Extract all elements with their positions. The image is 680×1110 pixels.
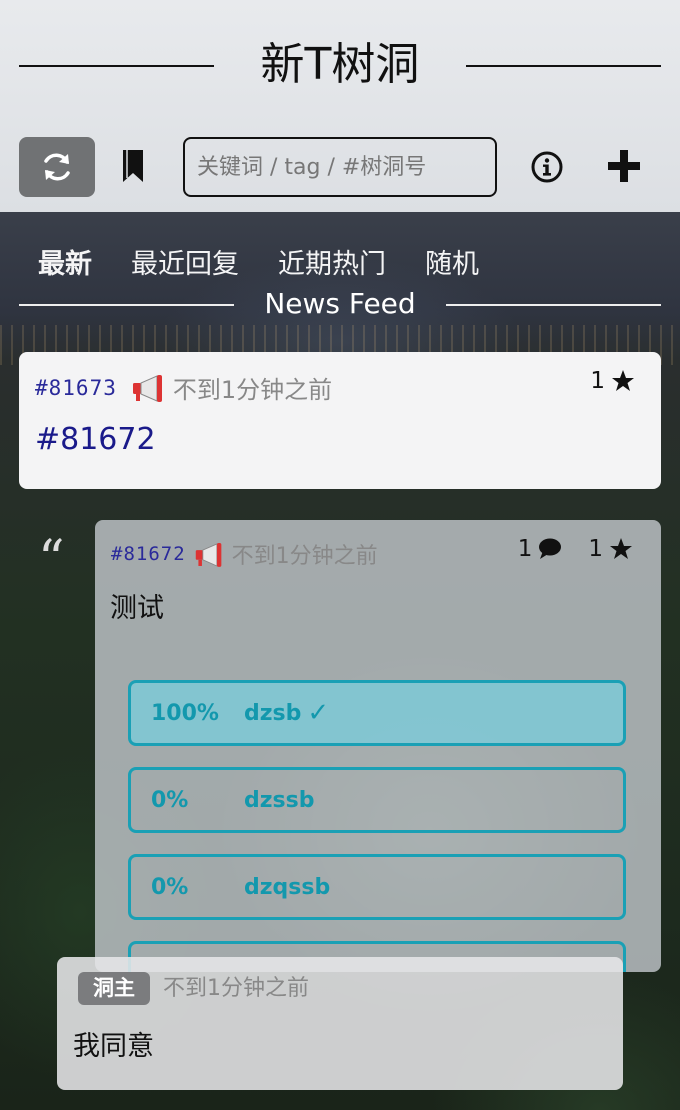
quote-icon: “ — [38, 530, 65, 590]
poll-option-label: dzsb — [244, 700, 302, 726]
reply-body: 我同意 — [73, 1031, 154, 1062]
poll-percent: 0% — [151, 874, 189, 900]
post-body[interactable]: 测试 — [110, 586, 164, 625]
plus-icon[interactable] — [606, 148, 642, 184]
reply-card[interactable]: 洞主 不到1分钟之前 我同意 — [57, 957, 623, 1090]
search-input[interactable] — [183, 137, 497, 197]
refresh-button[interactable] — [19, 137, 95, 197]
header: 新T树洞 — [0, 0, 680, 212]
poll-option-label: dzqssb — [244, 874, 331, 900]
reply-time: 不到1分钟之前 — [163, 976, 309, 1001]
tab-latest[interactable]: 最新 — [38, 240, 92, 290]
tab-random[interactable]: 随机 — [425, 240, 479, 290]
poll-percent: 0% — [151, 787, 189, 813]
post-stats: 1 1 — [518, 536, 633, 562]
tab-trending[interactable]: 近期热门 — [278, 240, 386, 290]
owner-badge: 洞主 — [78, 972, 150, 1005]
post-time: 不到1分钟之前 — [231, 544, 378, 569]
check-icon: ✓ — [307, 698, 330, 728]
tab-recent-replies[interactable]: 最近回复 — [131, 240, 239, 290]
megaphone-icon — [132, 374, 162, 402]
star-count-value: 1 — [588, 536, 603, 562]
poll-option-label: dzssb — [244, 787, 315, 813]
star-icon — [612, 370, 634, 391]
post-time: 不到1分钟之前 — [172, 376, 333, 404]
feed-tabs: 最新 最近回复 近期热门 随机 — [38, 240, 518, 290]
post-card[interactable]: #81673 不到1分钟之前 1 #81672 — [19, 352, 661, 489]
comment-icon[interactable] — [536, 537, 562, 561]
feed-divider-right — [446, 304, 661, 306]
quoted-post-card[interactable]: #81672 不到1分钟之前 1 1 测试 100% dzsb ✓ 0% dzs… — [95, 520, 661, 972]
refresh-icon — [44, 153, 70, 181]
post-meta: #81673 不到1分钟之前 — [35, 370, 332, 405]
title-divider-right — [466, 65, 661, 67]
star-count[interactable]: 1 — [590, 368, 635, 394]
poll-percent: 100% — [151, 700, 219, 726]
comment-count: 1 — [517, 536, 533, 562]
star-icon[interactable] — [609, 537, 633, 561]
poll-option-2[interactable]: 0% dzssb — [128, 767, 626, 833]
post-id[interactable]: #81672 — [111, 543, 186, 565]
poll-option-3[interactable]: 0% dzqssb — [128, 854, 626, 920]
star-count-value: 1 — [590, 368, 605, 394]
megaphone-icon — [195, 542, 221, 567]
title-bar: 新T树洞 — [0, 32, 680, 98]
post-meta: #81672 不到1分钟之前 — [111, 538, 378, 570]
info-icon[interactable] — [530, 150, 564, 184]
poll-option-1[interactable]: 100% dzsb ✓ — [128, 680, 626, 746]
bookmark-icon[interactable] — [118, 148, 148, 184]
post-body[interactable]: #81672 — [35, 422, 156, 457]
post-id[interactable]: #81673 — [35, 376, 117, 400]
